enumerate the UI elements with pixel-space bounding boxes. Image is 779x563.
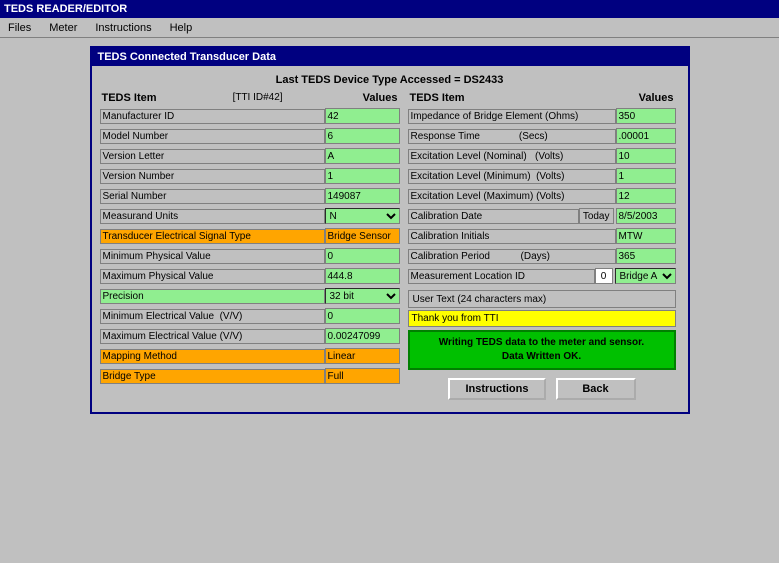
row-version-letter: Version Letter A <box>100 147 400 165</box>
right-header-item: TEDS Item <box>410 92 465 104</box>
row-serial-number: Serial Number 149087 <box>100 187 400 205</box>
window-title-bar: TEDS Connected Transducer Data <box>92 48 688 66</box>
user-text-value[interactable]: Thank you from TTI <box>408 310 676 327</box>
row-impedance: Impedance of Bridge Element (Ohms) 350 <box>408 107 676 125</box>
back-button[interactable]: Back <box>556 378 636 400</box>
measurement-location-num: 0 <box>595 268 613 284</box>
row-calibration-date: Calibration Date Today 8/5/2003 <box>408 207 676 225</box>
row-excitation-maximum: Excitation Level (Maximum) (Volts) 12 <box>408 187 676 205</box>
row-response-time: Response Time (Secs) .00001 <box>408 127 676 145</box>
row-excitation-nominal: Excitation Level (Nominal) (Volts) 10 <box>408 147 676 165</box>
row-version-number: Version Number 1 <box>100 167 400 185</box>
left-column: TEDS Item [TTI ID#42] Values Manufacture… <box>100 92 400 404</box>
row-measurement-location: Measurement Location ID 0 Bridge A <box>408 267 676 285</box>
row-excitation-minimum: Excitation Level (Minimum) (Volts) 1 <box>408 167 676 185</box>
button-row: Instructions Back <box>408 374 676 404</box>
left-tti-id: [TTI ID#42] <box>233 92 283 104</box>
row-min-physical: Minimum Physical Value 0 <box>100 247 400 265</box>
right-header-values: Values <box>639 92 674 104</box>
row-model-number: Model Number 6 <box>100 127 400 145</box>
row-measurand-units: Measurand Units N <box>100 207 400 225</box>
row-max-physical: Maximum Physical Value 444.8 <box>100 267 400 285</box>
row-mapping-method: Mapping Method Linear <box>100 347 400 365</box>
row-precision: Precision 32 bit <box>100 287 400 305</box>
menu-bar: Files Meter Instructions Help <box>0 18 779 38</box>
row-transducer-signal-type: Transducer Electrical Signal Type Bridge… <box>100 227 400 245</box>
row-max-electrical: Maximum Electrical Value (V/V) 0.0024709… <box>100 327 400 345</box>
menu-meter[interactable]: Meter <box>45 21 81 35</box>
window-title: TEDS Connected Transducer Data <box>98 51 277 63</box>
measurement-location-select[interactable]: Bridge A <box>615 268 676 284</box>
instructions-button[interactable]: Instructions <box>448 378 547 400</box>
app-title: TEDS READER/EDITOR <box>4 3 127 15</box>
device-info: Last TEDS Device Type Accessed = DS2433 <box>100 74 680 86</box>
row-calibration-initials: Calibration Initials MTW <box>408 227 676 245</box>
precision-select[interactable]: 32 bit <box>325 288 400 304</box>
today-badge: Today <box>579 208 614 224</box>
right-column: TEDS Item Values Impedance of Bridge Ele… <box>408 92 676 404</box>
menu-instructions[interactable]: Instructions <box>91 21 155 35</box>
row-bridge-type: Bridge Type Full <box>100 367 400 385</box>
left-header-values: Values <box>363 92 398 104</box>
left-header-item: TEDS Item <box>102 92 157 104</box>
main-window: TEDS Connected Transducer Data Last TEDS… <box>90 46 690 414</box>
measurand-units-select[interactable]: N <box>325 208 400 224</box>
menu-files[interactable]: Files <box>4 21 35 35</box>
row-calibration-period: Calibration Period (Days) 365 <box>408 247 676 265</box>
menu-help[interactable]: Help <box>166 21 197 35</box>
title-bar: TEDS READER/EDITOR <box>0 0 779 18</box>
status-message: Writing TEDS data to the meter and senso… <box>408 330 676 370</box>
user-text-label: User Text (24 characters max) <box>408 290 676 308</box>
row-manufacturer-id: Manufacturer ID 42 <box>100 107 400 125</box>
row-min-electrical: Minimum Electrical Value (V/V) 0 <box>100 307 400 325</box>
